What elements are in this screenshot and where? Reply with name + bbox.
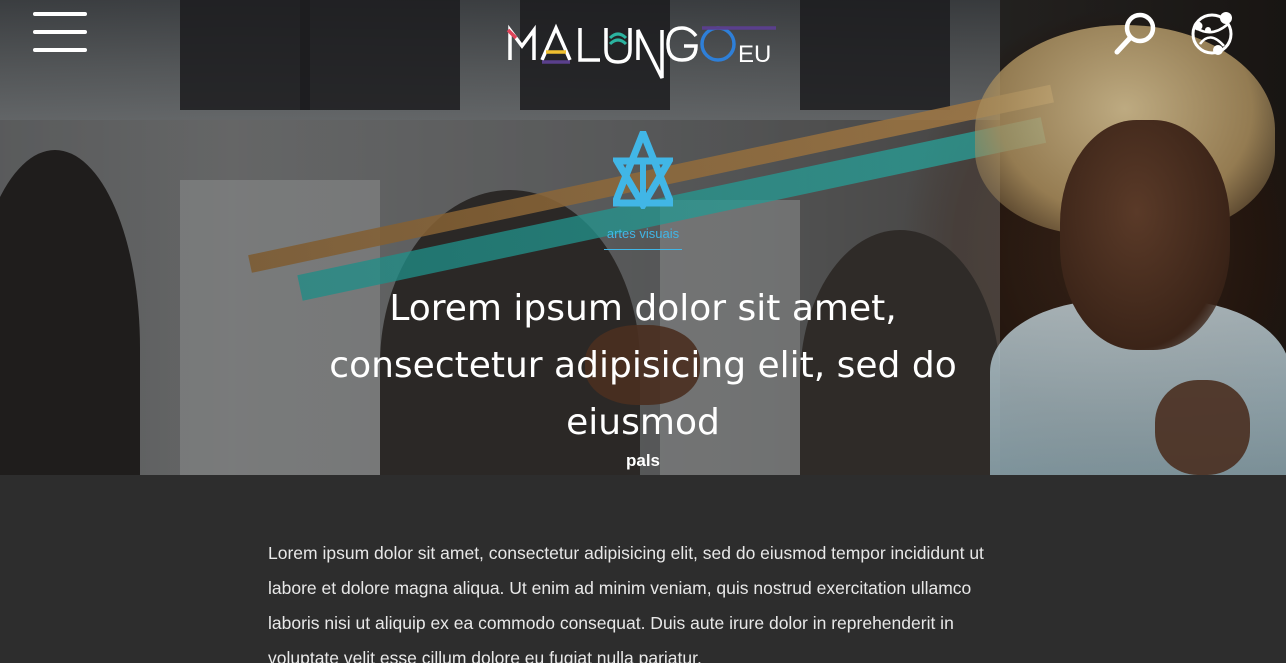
language-globe-button[interactable] xyxy=(1188,8,1240,58)
search-icon xyxy=(1114,12,1156,55)
category-underline xyxy=(604,249,682,250)
svg-text:EU: EU xyxy=(738,41,771,68)
menu-button[interactable] xyxy=(33,12,87,52)
article-author[interactable]: pals xyxy=(560,451,726,471)
network-globe-icon xyxy=(1191,12,1233,55)
article-body: Lorem ipsum dolor sit amet, consectetur … xyxy=(268,543,984,663)
search-button[interactable] xyxy=(1112,10,1160,56)
category-link[interactable]: artes visuais xyxy=(600,226,686,241)
artes-visuais-icon xyxy=(609,123,677,212)
malungo-logo-icon: EU xyxy=(506,23,776,79)
site-logo[interactable]: EU xyxy=(506,16,781,82)
article-title: Lorem ipsum dolor sit amet, consectetur … xyxy=(329,288,957,443)
